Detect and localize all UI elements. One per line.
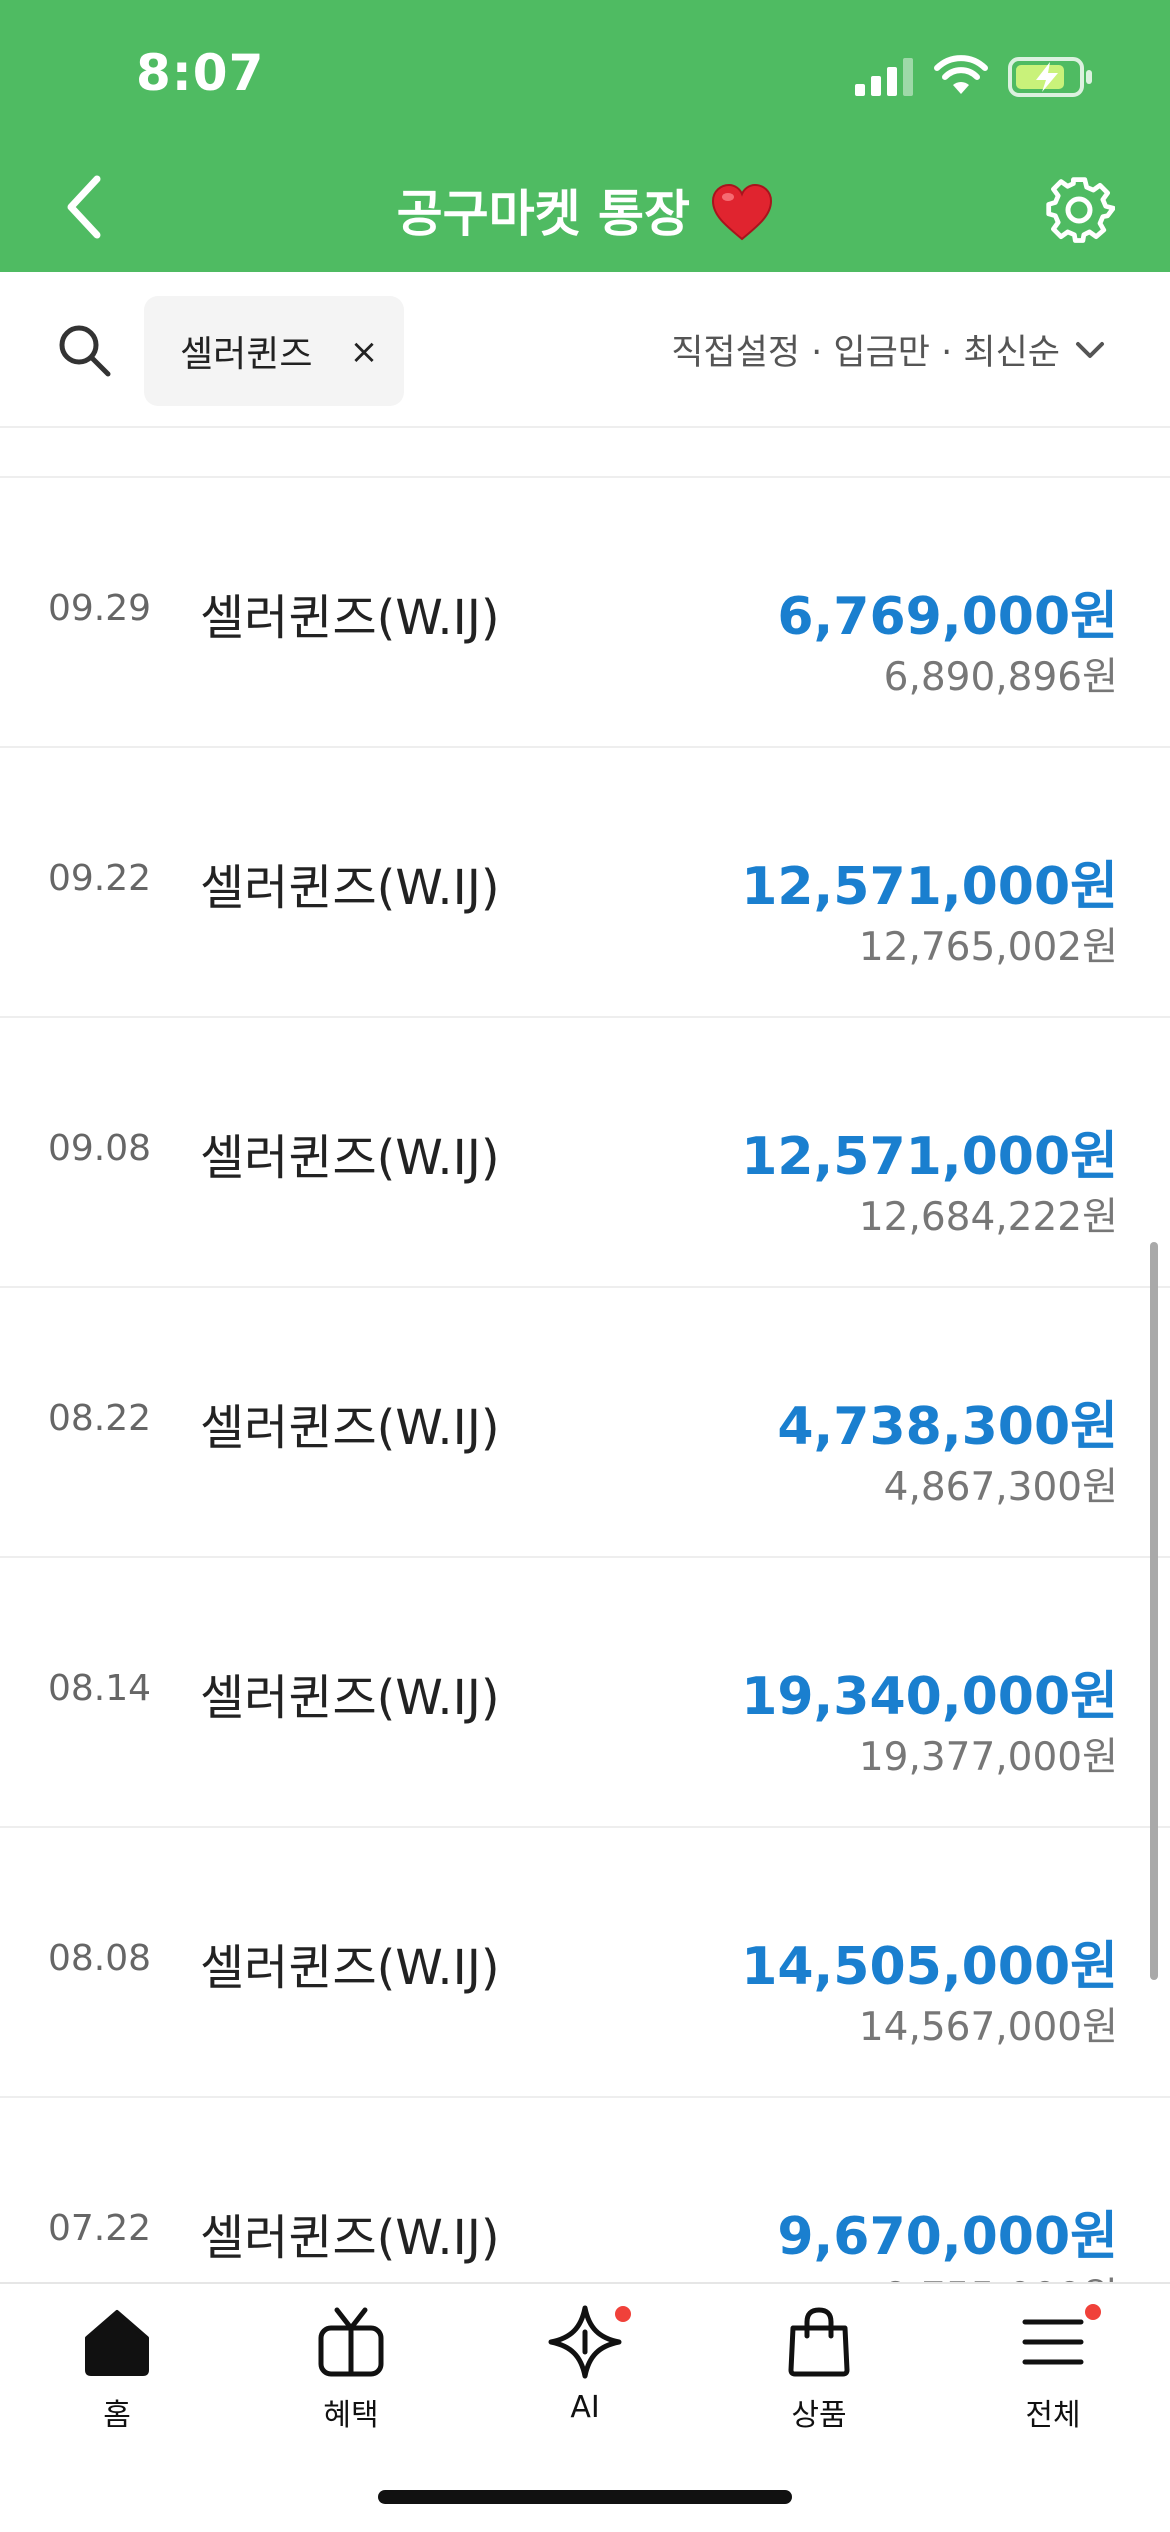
filter-chip-label: 셀러퀸즈	[180, 334, 313, 375]
battery-charging-icon	[1008, 57, 1092, 97]
transaction-balance: 9,755,000원	[884, 2266, 1118, 2282]
transaction-row[interactable]: 09.08 셀러퀸즈(W.IJ) 12,571,000원 12,684,222원	[0, 1018, 1170, 1288]
tab-products-label: 상품	[791, 2398, 847, 2433]
transaction-name: 셀러퀸즈(W.IJ)	[200, 1400, 500, 1456]
transaction-row[interactable]: 08.22 셀러퀸즈(W.IJ) 4,738,300원 4,867,300원	[0, 1288, 1170, 1558]
transaction-date: 09.08	[48, 1128, 152, 1169]
tab-benefits-label: 혜택	[323, 2398, 379, 2433]
settings-button[interactable]	[1040, 170, 1118, 248]
search-button[interactable]	[56, 322, 112, 378]
transaction-row[interactable]: 09.22 셀러퀸즈(W.IJ) 12,571,000원 12,765,002원	[0, 748, 1170, 1018]
transaction-date: 08.08	[48, 1938, 152, 1979]
transaction-row[interactable]: 08.14 셀러퀸즈(W.IJ) 19,340,000원 19,377,000원	[0, 1558, 1170, 1828]
gear-icon	[1046, 177, 1115, 243]
cellular-signal-icon	[855, 58, 913, 96]
tab-ai[interactable]: AI	[505, 2304, 665, 2454]
transaction-name: 셀러퀸즈(W.IJ)	[200, 1670, 500, 1726]
transaction-date: 09.29	[48, 588, 152, 629]
notification-dot	[1085, 2304, 1101, 2320]
nav-bar: 공구마켓 통장	[0, 150, 1170, 272]
transaction-balance: 14,567,000원	[858, 2005, 1118, 2050]
transaction-amount: 4,738,300원	[777, 1397, 1118, 1457]
tab-ai-label: AI	[570, 2390, 600, 2425]
heart-icon	[712, 183, 773, 241]
filter-options-label: 직접설정 · 입금만 · 최신순	[671, 333, 1060, 373]
transaction-balance: 12,684,222원	[858, 1195, 1118, 1240]
transaction-balance: 4,867,300원	[883, 1465, 1118, 1510]
scrollbar[interactable]	[1150, 1242, 1158, 1980]
transaction-balance: 19,377,000원	[858, 1735, 1118, 1780]
menu-icon	[1022, 2319, 1084, 2365]
tab-all-label: 전체	[1025, 2398, 1081, 2433]
notification-dot	[615, 2306, 631, 2322]
transaction-name: 셀러퀸즈(W.IJ)	[200, 1130, 500, 1186]
transaction-name: 셀러퀸즈(W.IJ)	[200, 860, 500, 916]
search-icon	[59, 325, 111, 377]
transaction-row[interactable]: 09.29 셀러퀸즈(W.IJ) 6,769,000원 6,890,896원	[0, 478, 1170, 748]
transaction-amount: 9,670,000원	[777, 2207, 1118, 2267]
transaction-amount: 6,769,000원	[777, 587, 1118, 647]
tab-benefits[interactable]: 혜택	[271, 2304, 431, 2454]
home-icon	[85, 2310, 149, 2376]
tab-home[interactable]: 홈	[37, 2304, 197, 2454]
home-indicator	[378, 2490, 792, 2504]
transaction-amount: 12,571,000원	[741, 1127, 1118, 1187]
transaction-row[interactable]: 08.08 셀러퀸즈(W.IJ) 14,505,000원 14,567,000원	[0, 1828, 1170, 2098]
transaction-date: 09.22	[48, 858, 152, 899]
app-header: 8:07 공구마켓 통장	[0, 0, 1170, 272]
transaction-balance: 12,765,002원	[858, 925, 1118, 970]
transaction-name: 셀러퀸즈(W.IJ)	[200, 1940, 500, 1996]
transaction-name: 셀러퀸즈(W.IJ)	[200, 2210, 500, 2266]
filter-bar: 셀러퀸즈 × 직접설정 · 입금만 · 최신순	[0, 272, 1170, 428]
wifi-icon	[934, 55, 988, 94]
tab-home-label: 홈	[103, 2398, 131, 2433]
transaction-balance: 6,890,896원	[883, 655, 1118, 700]
transaction-amount: 14,505,000원	[741, 1937, 1118, 1997]
tab-all[interactable]: 전체	[973, 2304, 1133, 2454]
transaction-row[interactable]: 07.22 셀러퀸즈(W.IJ) 9,670,000원 9,755,000원	[0, 2098, 1170, 2282]
page-title-text: 공구마켓 통장	[396, 185, 690, 243]
status-bar: 8:07	[0, 0, 1170, 150]
filter-options-dropdown[interactable]: 직접설정 · 입금만 · 최신순	[671, 324, 1108, 375]
status-time: 8:07	[136, 44, 265, 102]
transaction-amount: 19,340,000원	[741, 1667, 1118, 1727]
close-icon[interactable]: ×	[344, 332, 384, 372]
tab-products[interactable]: 상품	[739, 2304, 899, 2454]
page-title: 공구마켓 통장	[0, 174, 1170, 246]
ai-sparkle-icon	[548, 2305, 622, 2379]
transaction-list[interactable]: 09.29 셀러퀸즈(W.IJ) 6,769,000원 6,890,896원 0…	[0, 428, 1170, 2282]
transaction-date: 07.22	[48, 2208, 152, 2249]
transaction-date: 08.14	[48, 1668, 152, 1709]
transaction-name: 셀러퀸즈(W.IJ)	[200, 590, 500, 646]
transaction-amount: 12,571,000원	[741, 857, 1118, 917]
shopping-bag-icon	[788, 2307, 850, 2377]
gift-icon	[318, 2307, 384, 2377]
chevron-down-icon	[1076, 341, 1104, 358]
transaction-date: 08.22	[48, 1398, 152, 1439]
filter-chip[interactable]: 셀러퀸즈 ×	[144, 296, 404, 406]
